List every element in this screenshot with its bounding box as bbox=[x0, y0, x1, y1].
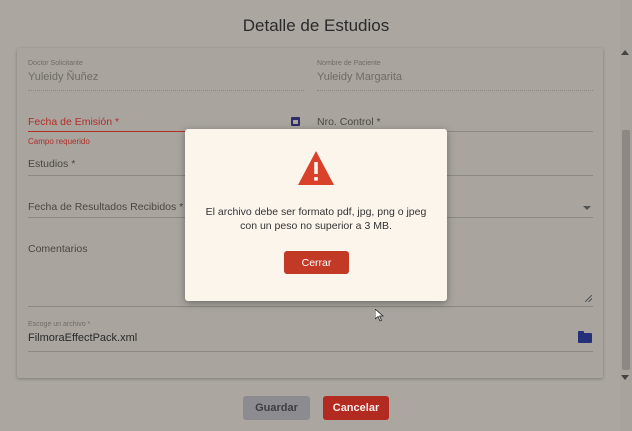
modal-message-line2: con un peso no superior a 3 MB. bbox=[240, 220, 392, 232]
calendar-icon[interactable] bbox=[291, 117, 300, 126]
patient-field: Nombre de Paciente Yuleidy Margarita bbox=[317, 60, 402, 83]
results-date-label: Fecha de Resultados Recibidos * bbox=[28, 201, 184, 213]
folder-icon[interactable] bbox=[578, 331, 592, 343]
comments-field[interactable]: Comentarios bbox=[28, 243, 88, 255]
modal-message: El archivo debe ser formato pdf, jpg, pn… bbox=[185, 205, 447, 233]
studies-field[interactable]: Estudios * bbox=[28, 158, 75, 170]
close-button[interactable]: Cerrar bbox=[284, 251, 349, 274]
file-label: Escoge un archivo * bbox=[28, 321, 91, 328]
doctor-field: Doctor Solicitante Yuleidy Ñuñez bbox=[28, 60, 98, 83]
alert-modal: El archivo debe ser formato pdf, jpg, pn… bbox=[185, 129, 447, 301]
comments-label: Comentarios bbox=[28, 243, 88, 255]
resize-handle-icon[interactable] bbox=[585, 295, 592, 302]
warning-icon bbox=[298, 151, 334, 185]
dialog-title: Detalle de Estudios bbox=[242, 16, 390, 35]
comments-underline bbox=[28, 306, 593, 307]
doctor-underline bbox=[28, 90, 304, 91]
emission-date-error-text: Campo requerido bbox=[28, 137, 90, 146]
mouse-cursor-icon bbox=[375, 309, 384, 322]
patient-underline bbox=[317, 90, 593, 91]
doctor-label: Doctor Solicitante bbox=[28, 60, 83, 67]
patient-value: Yuleidy Margarita bbox=[317, 71, 402, 83]
emission-date-field[interactable]: Fecha de Emisión * bbox=[28, 116, 119, 128]
studies-label: Estudios * bbox=[28, 158, 76, 170]
scrollbar-thumb[interactable] bbox=[622, 130, 630, 370]
patient-label: Nombre de Paciente bbox=[317, 60, 381, 67]
file-field[interactable]: Escoge un archivo * FilmoraEffectPack.xm… bbox=[28, 321, 137, 344]
scroll-up-icon[interactable] bbox=[621, 50, 629, 55]
cancel-button[interactable]: Cancelar bbox=[323, 396, 389, 420]
file-underline bbox=[28, 351, 593, 352]
doctor-value: Yuleidy Ñuñez bbox=[28, 71, 99, 83]
modal-message-line1: El archivo debe ser formato pdf, jpg, pn… bbox=[205, 206, 427, 218]
control-number-label: Nro. Control * bbox=[317, 116, 381, 128]
emission-date-error: Campo requerido bbox=[28, 137, 90, 146]
results-date-field[interactable]: Fecha de Resultados Recibidos * bbox=[28, 201, 183, 213]
scroll-down-icon[interactable] bbox=[621, 375, 629, 380]
file-value: FilmoraEffectPack.xml bbox=[28, 332, 138, 344]
control-number-field[interactable]: Nro. Control * bbox=[317, 116, 381, 128]
chevron-down-icon[interactable] bbox=[583, 206, 591, 210]
emission-date-label: Fecha de Emisión * bbox=[28, 116, 120, 128]
save-button[interactable]: Guardar bbox=[243, 396, 310, 420]
